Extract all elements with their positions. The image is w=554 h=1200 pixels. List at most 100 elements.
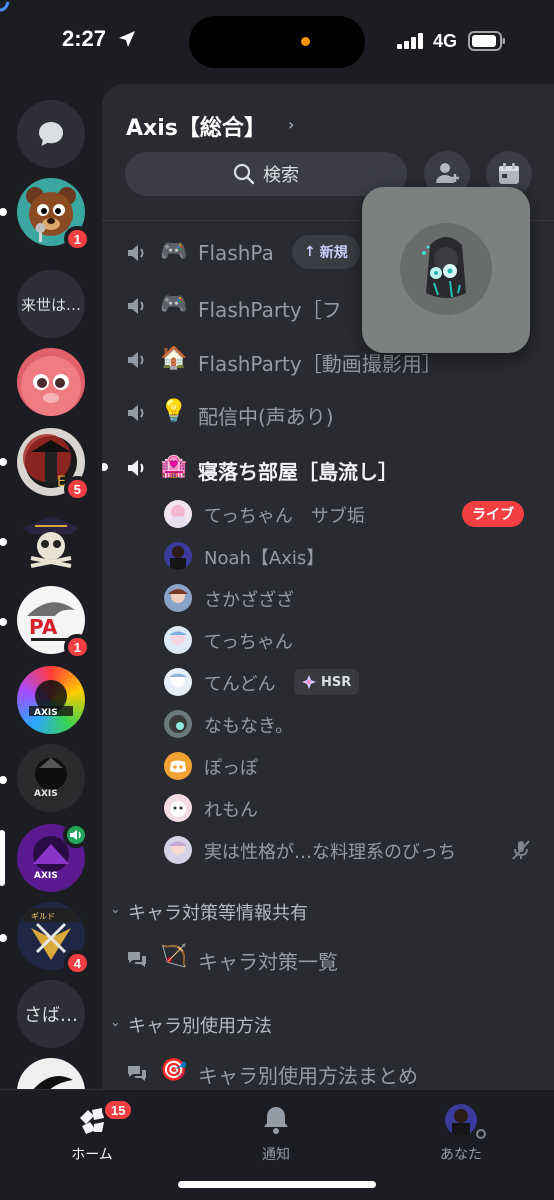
server-icon[interactable] (17, 348, 85, 416)
new-messages-pill[interactable]: ↑ 新規 (292, 235, 360, 269)
new-label: 新規 (319, 245, 348, 261)
category-header[interactable]: ⌄ キャラ対策等情報共有 (102, 894, 554, 928)
avatar (164, 668, 192, 696)
status-indicator (473, 1126, 489, 1142)
tab-notifications[interactable]: 通知 (216, 1104, 336, 1164)
channel-name: 配信中(声あり) (198, 405, 334, 429)
voice-active-indicator (63, 822, 89, 848)
server-icon[interactable]: さば… (17, 980, 85, 1048)
channel-name: FlashPa (198, 241, 274, 265)
unread-indicator (0, 538, 7, 546)
bell-icon (264, 1107, 288, 1134)
voice-channel-active[interactable]: 🏩 寝落ち部屋［島流し］ (102, 446, 554, 490)
forum-icon (128, 1066, 146, 1081)
direct-messages-button[interactable] (17, 100, 85, 168)
voice-channel-icon (128, 460, 144, 476)
tab-home[interactable]: 15 ホーム (32, 1098, 152, 1164)
server-icon[interactable]: ギルド 4 (17, 902, 91, 976)
search-label: 検索 (263, 165, 299, 186)
avatar (164, 752, 192, 780)
chat-bubble-icon (39, 122, 63, 146)
selected-server-indicator (0, 830, 5, 886)
channel-emoji: 💡 (160, 399, 188, 424)
battery-icon (468, 31, 505, 51)
forum-channel[interactable]: 🎯 キャラ別使用方法まとめ (102, 1050, 554, 1089)
svg-text:PA: PA (29, 615, 58, 639)
pink-creature-icon (21, 356, 81, 416)
mention-badge: 1 (63, 226, 91, 252)
server-icon[interactable] (17, 506, 85, 574)
voice-user[interactable]: ぽっぽ (102, 746, 554, 786)
chevron-down-icon: ⌄ (110, 1015, 121, 1030)
channel-emoji: 🏠 (160, 346, 188, 371)
channel-name: キャラ対策一覧 (198, 950, 338, 974)
server-icon[interactable]: E 5 (17, 428, 91, 502)
search-button[interactable]: 検索 (125, 152, 407, 196)
avatar (164, 794, 192, 822)
unread-indicator (0, 776, 7, 784)
forum-channel[interactable]: 🏹 キャラ対策一覧 (102, 936, 554, 980)
category-header[interactable]: ⌄ キャラ別使用方法 (102, 1007, 554, 1041)
server-icon[interactable] (17, 1058, 85, 1089)
voice-user[interactable]: てっちゃん サブ垢 ライブ (102, 494, 554, 534)
mention-badge: 4 (63, 950, 91, 976)
chevron-right-icon[interactable]: › (288, 115, 294, 134)
user-name: 実は性格が…な料理系のびっち (204, 842, 456, 863)
forum-icon (128, 952, 146, 967)
avatar (164, 710, 192, 738)
pirate-skull-icon (23, 516, 79, 568)
user-name: てっちゃん (204, 632, 293, 653)
svg-text:AXIS: AXIS (34, 871, 58, 881)
chevron-down-icon: ⌄ (110, 902, 121, 917)
user-name: ぽっぽ (204, 758, 258, 779)
tribal-logo-icon (33, 1076, 73, 1089)
mic-muted-icon (512, 840, 530, 860)
pip-avatar (400, 223, 492, 315)
voice-user[interactable]: てっちゃん (102, 620, 554, 660)
category-name: キャラ別使用方法 (128, 1016, 272, 1037)
server-name[interactable]: Axis【総合】 (126, 110, 266, 142)
unread-indicator (0, 458, 7, 466)
girl-with-flowers-icon (422, 237, 466, 298)
svg-text:AXIS: AXIS (34, 708, 58, 718)
server-icon[interactable]: 1 (17, 178, 91, 252)
speaker-icon (70, 830, 81, 840)
voice-user[interactable]: さかざざざ (102, 578, 554, 618)
axis-rainbow-logo-icon: AXIS (29, 680, 73, 718)
voice-user[interactable]: れもん (102, 788, 554, 828)
tab-label: ホーム (71, 1147, 113, 1163)
voice-user[interactable]: なもなき。 (102, 704, 554, 744)
tab-you[interactable]: あなた (401, 1104, 521, 1164)
voice-channel[interactable]: 💡 配信中(声あり) (102, 391, 554, 435)
calendar-icon (499, 163, 519, 184)
server-icon[interactable]: PA 1 (17, 586, 91, 660)
user-name: てんどん (204, 674, 276, 695)
server-icon[interactable]: AXIS (17, 666, 85, 734)
channel-emoji: 🎯 (160, 1058, 188, 1083)
user-name: れもん (204, 800, 258, 821)
voice-user[interactable]: てんどん HSR (102, 662, 554, 702)
channel-emoji: 🎮 (160, 292, 188, 317)
server-icon-selected[interactable]: AXIS (17, 822, 89, 892)
server-abbrev: 来世は… (20, 295, 81, 314)
channel-name: FlashParty［フ (198, 298, 342, 322)
voice-user[interactable]: Noah【Axis】 (102, 536, 554, 576)
tab-label: あなた (440, 1147, 482, 1163)
live-badge: ライブ (462, 501, 524, 527)
privacy-dot (301, 37, 310, 46)
status-bar: 2:27 4G (0, 0, 554, 84)
category-name: キャラ対策等情報共有 (128, 903, 308, 924)
add-member-icon (436, 163, 459, 183)
screen-share-indicator-icon (0, 1, 10, 12)
game-tag: HSR (294, 669, 360, 695)
status-time: 2:27 (62, 26, 107, 51)
server-rail: 1 来世は… E 5 PA 1 AXIS AXIS AXIS ギルド 4 さば… (0, 84, 102, 1089)
voice-user[interactable]: 実は性格が…な料理系のびっち (102, 830, 554, 870)
mention-badge: 5 (63, 476, 91, 502)
svg-text:AXIS: AXIS (34, 789, 58, 799)
server-icon[interactable]: AXIS (17, 744, 85, 812)
voice-pip-overlay[interactable] (362, 187, 530, 353)
home-indicator (178, 1181, 376, 1188)
server-icon[interactable]: 来世は… (17, 270, 85, 338)
channel-name: キャラ別使用方法まとめ (198, 1064, 418, 1088)
